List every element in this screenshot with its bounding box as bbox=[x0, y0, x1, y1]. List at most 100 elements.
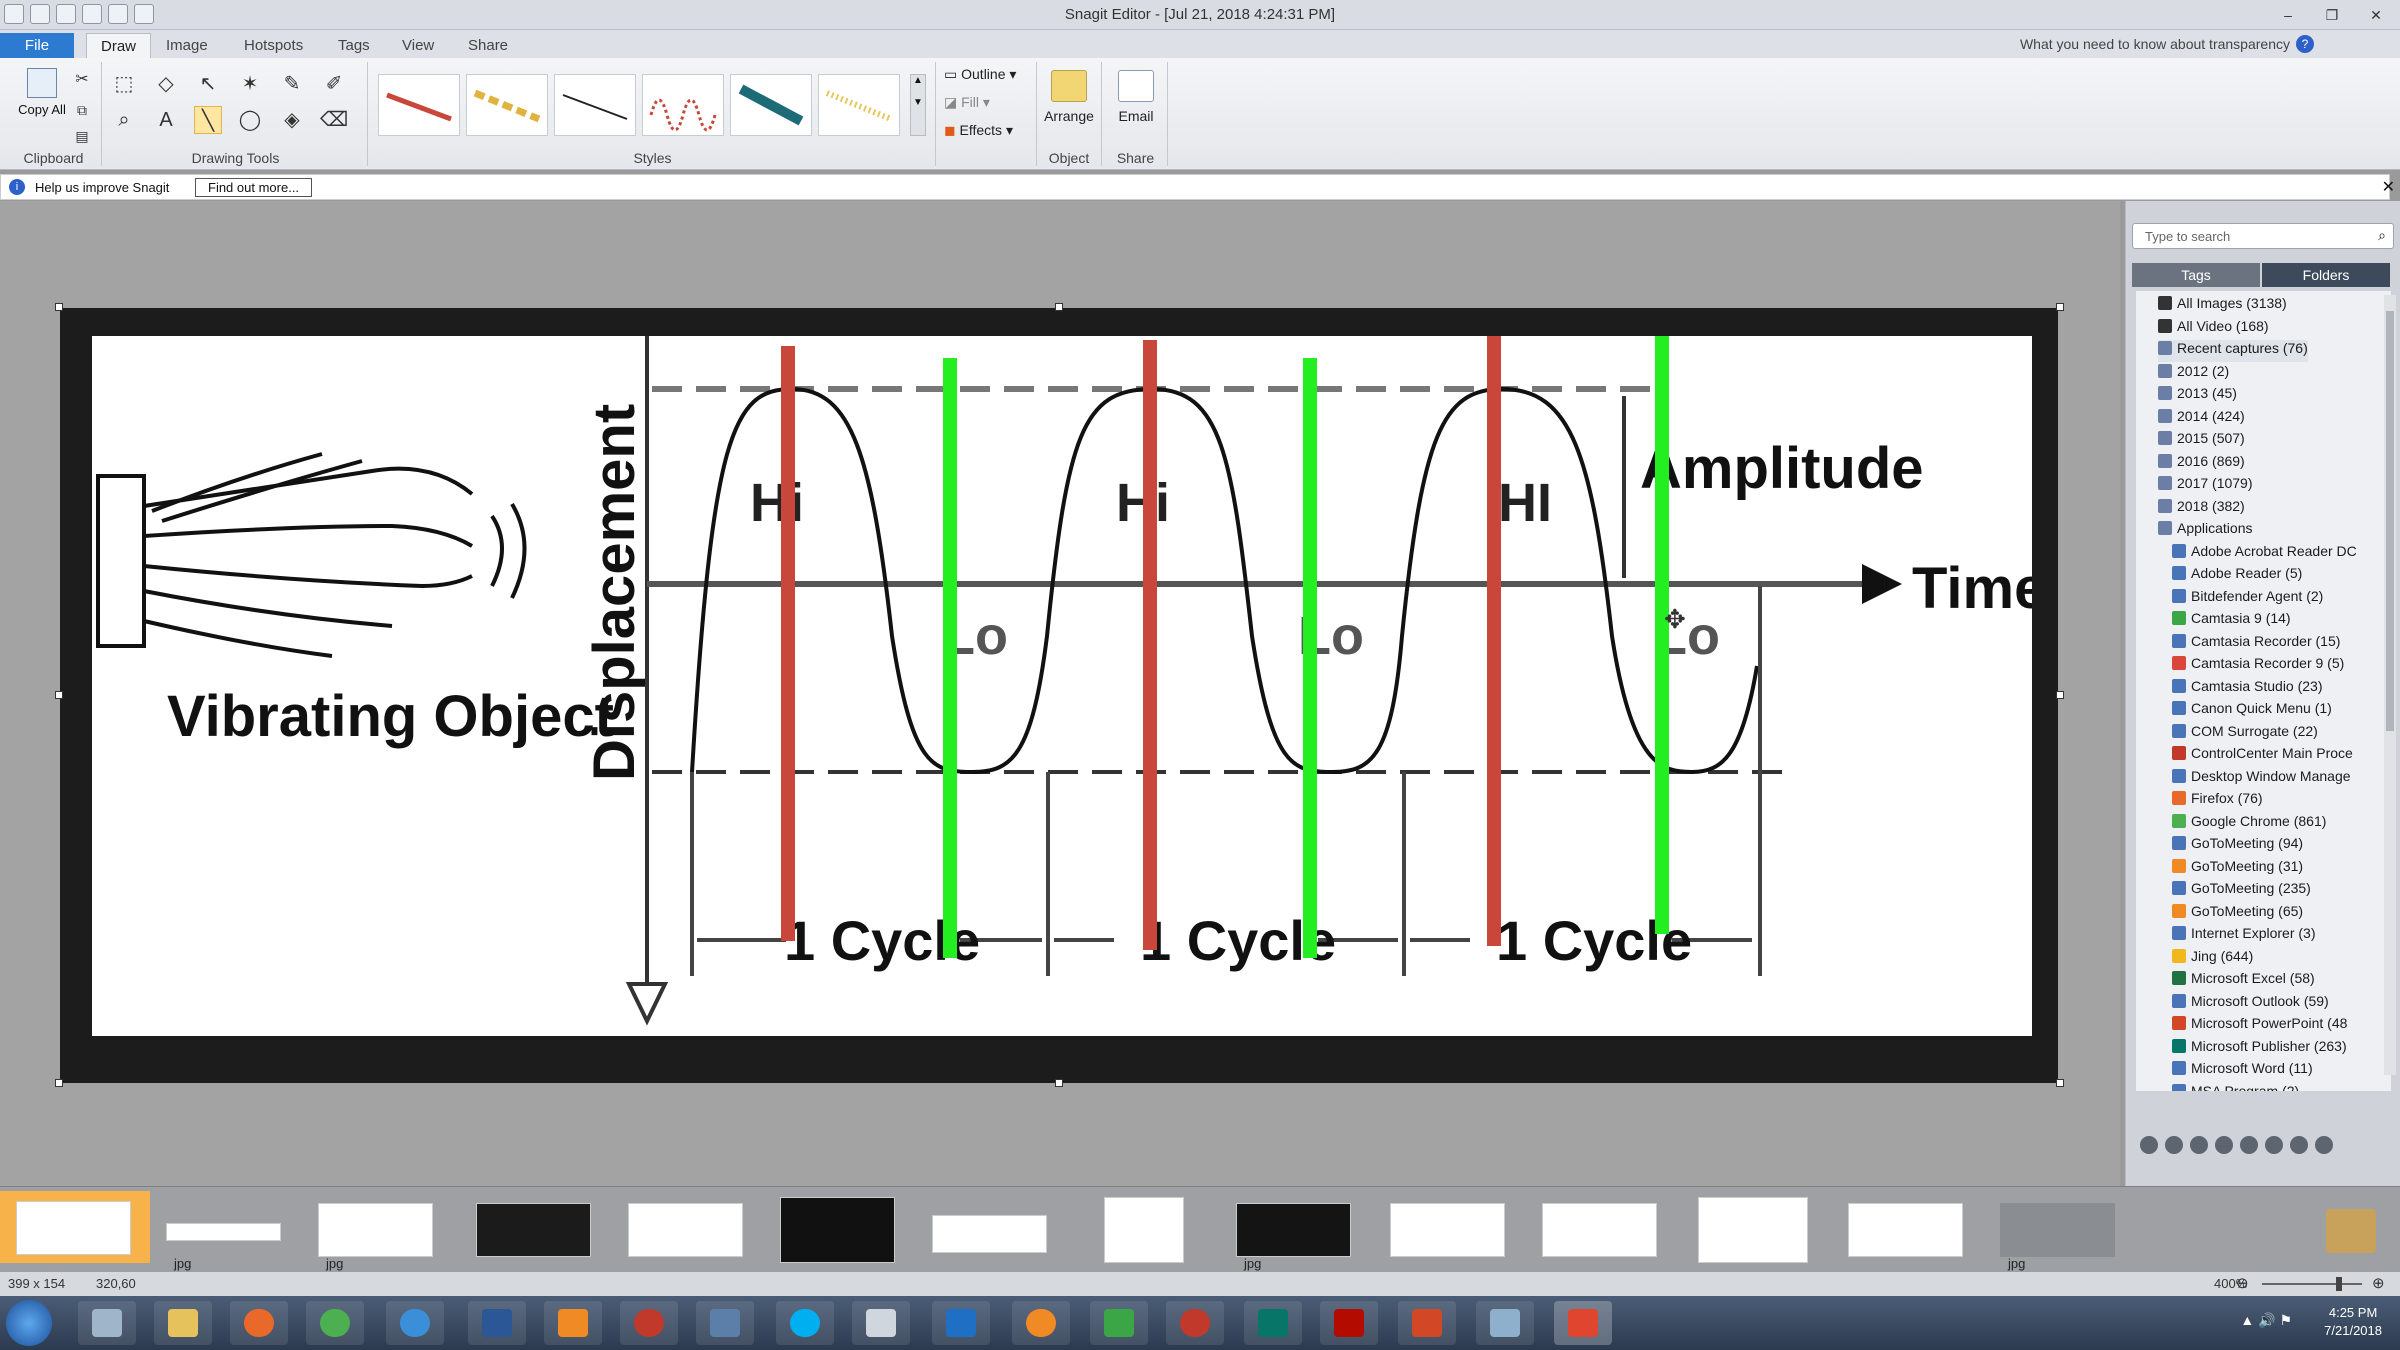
resize-handle-t[interactable] bbox=[1055, 303, 1063, 311]
library-item[interactable]: All Video (168) bbox=[2158, 318, 2269, 340]
library-item[interactable]: 2016 (869) bbox=[2158, 453, 2245, 475]
arrange-button[interactable]: Arrange bbox=[1039, 70, 1099, 124]
library-item[interactable]: 2018 (382) bbox=[2158, 498, 2245, 520]
taskbar-word-icon[interactable] bbox=[468, 1301, 526, 1345]
tab-image[interactable]: Image bbox=[152, 33, 222, 58]
tray-thumb-6[interactable] bbox=[780, 1197, 900, 1263]
library-action-icon-8[interactable] bbox=[2315, 1136, 2333, 1154]
taskbar-publisher-icon[interactable] bbox=[1244, 1301, 1302, 1345]
tab-tags-library[interactable]: Tags bbox=[2132, 263, 2260, 287]
library-scroll-thumb[interactable] bbox=[2386, 311, 2394, 731]
library-item[interactable]: Microsoft Outlook (59) bbox=[2172, 993, 2329, 1015]
taskbar-snipping-icon[interactable] bbox=[78, 1301, 136, 1345]
library-item[interactable]: COM Surrogate (22) bbox=[2172, 723, 2318, 745]
stamp-tool-icon[interactable]: ✶ bbox=[236, 70, 264, 98]
library-item[interactable]: Camtasia Recorder 9 (5) bbox=[2172, 655, 2344, 677]
library-item[interactable]: Desktop Window Manage bbox=[2172, 768, 2351, 790]
effects-button[interactable]: ◼ Effects ▾ bbox=[944, 122, 1013, 139]
copy-icon[interactable]: ⧉ bbox=[68, 96, 96, 124]
taskbar-vpn-icon[interactable] bbox=[696, 1301, 754, 1345]
open-library-folder-icon[interactable] bbox=[2326, 1209, 2376, 1253]
style-swatch-red-line[interactable] bbox=[378, 74, 460, 136]
taskbar-firefox-icon[interactable] bbox=[230, 1301, 288, 1345]
highlight-tool-icon[interactable]: ✐ bbox=[320, 70, 348, 98]
tray-thumb-2[interactable]: jpg bbox=[166, 1197, 286, 1271]
email-button[interactable]: Email bbox=[1106, 70, 1166, 124]
library-item[interactable]: Internet Explorer (3) bbox=[2172, 925, 2316, 947]
resize-handle-l[interactable] bbox=[55, 691, 63, 699]
taskbar-skype-icon[interactable] bbox=[776, 1301, 834, 1345]
close-icon[interactable]: ✕ bbox=[2364, 4, 2388, 26]
pen-tool-icon[interactable]: ✎ bbox=[278, 70, 306, 98]
search-icon[interactable]: ⌕ bbox=[2378, 227, 2386, 244]
system-tray-icons[interactable]: ▲ 🔊 ⚑ bbox=[2240, 1312, 2292, 1329]
library-item[interactable]: 2015 (507) bbox=[2158, 430, 2245, 452]
style-swatch-dashed-gold[interactable] bbox=[466, 74, 548, 136]
zoom-slider-thumb[interactable] bbox=[2336, 1277, 2342, 1291]
library-item[interactable]: Google Chrome (861) bbox=[2172, 813, 2326, 835]
taskbar-acrobat-icon[interactable] bbox=[1320, 1301, 1378, 1345]
shape-tool-icon[interactable]: ◯ bbox=[236, 106, 264, 134]
arrow-tool-icon[interactable]: ↖ bbox=[194, 70, 222, 98]
library-item[interactable]: Applications bbox=[2158, 520, 2253, 542]
taskbar-chrome-icon[interactable] bbox=[306, 1301, 364, 1345]
transparency-hint-link[interactable]: What you need to know about transparency bbox=[2020, 36, 2290, 52]
library-item[interactable]: 2013 (45) bbox=[2158, 385, 2237, 407]
library-item[interactable]: 2012 (2) bbox=[2158, 363, 2229, 385]
library-item[interactable]: GoToMeeting (31) bbox=[2172, 858, 2303, 880]
library-action-icon-3[interactable] bbox=[2190, 1136, 2208, 1154]
selection-tool-icon[interactable]: ⬚ bbox=[110, 70, 138, 98]
library-action-icon-6[interactable] bbox=[2265, 1136, 2283, 1154]
tray-thumb-10[interactable] bbox=[1390, 1197, 1510, 1261]
library-action-icon-1[interactable] bbox=[2140, 1136, 2158, 1154]
find-out-more-button[interactable]: Find out more... bbox=[195, 178, 313, 197]
resize-handle-tr[interactable] bbox=[2056, 303, 2064, 311]
style-swatch-black-line[interactable] bbox=[554, 74, 636, 136]
taskbar-explorer-icon[interactable] bbox=[154, 1301, 212, 1345]
resize-handle-br[interactable] bbox=[2056, 1079, 2064, 1087]
library-action-icon-4[interactable] bbox=[2215, 1136, 2233, 1154]
library-item[interactable]: Microsoft PowerPoint (48 bbox=[2172, 1015, 2347, 1037]
zoom-slider[interactable] bbox=[2262, 1283, 2362, 1285]
line-tool-icon[interactable]: ╲ bbox=[194, 106, 222, 134]
text-tool-icon[interactable]: A bbox=[152, 106, 180, 134]
start-button-icon[interactable] bbox=[6, 1300, 52, 1346]
library-item[interactable]: GoToMeeting (235) bbox=[2172, 880, 2311, 902]
tray-thumb-13[interactable] bbox=[1848, 1197, 1968, 1261]
magnify-tool-icon[interactable]: ⌕ bbox=[110, 106, 138, 134]
tab-share[interactable]: Share bbox=[454, 33, 522, 58]
minimize-icon[interactable]: – bbox=[2276, 4, 2300, 26]
library-tree[interactable]: All Images (3138) All Video (168) Recent c… bbox=[2136, 291, 2391, 1091]
tab-hotspots[interactable]: Hotspots bbox=[230, 33, 317, 58]
library-item[interactable]: Jing (644) bbox=[2172, 948, 2253, 970]
tab-tags[interactable]: Tags bbox=[324, 33, 384, 58]
erase-tool-icon[interactable]: ⌫ bbox=[320, 106, 348, 134]
library-item[interactable]: Microsoft Publisher (263) bbox=[2172, 1038, 2347, 1060]
callout-tool-icon[interactable]: ◇ bbox=[152, 70, 180, 98]
resize-handle-tl[interactable] bbox=[55, 303, 63, 311]
library-item[interactable]: GoToMeeting (94) bbox=[2172, 835, 2303, 857]
library-item[interactable]: Adobe Reader (5) bbox=[2172, 565, 2302, 587]
library-action-icon-7[interactable] bbox=[2290, 1136, 2308, 1154]
style-swatch-dotted-gold[interactable] bbox=[818, 74, 900, 136]
restore-icon[interactable]: ❐ bbox=[2320, 4, 2344, 26]
library-item[interactable]: Bitdefender Agent (2) bbox=[2172, 588, 2323, 610]
zoom-in-icon[interactable]: ⊕ bbox=[2372, 1274, 2385, 1292]
library-scrollbar[interactable] bbox=[2384, 295, 2396, 1075]
tab-folders-library[interactable]: Folders bbox=[2262, 263, 2390, 287]
taskbar-camtasia-icon[interactable] bbox=[1090, 1301, 1148, 1345]
taskbar-outlook-icon[interactable] bbox=[932, 1301, 990, 1345]
paste-icon[interactable]: ▤ bbox=[68, 122, 96, 150]
taskbar-media-icon[interactable] bbox=[544, 1301, 602, 1345]
tray-thumb-12[interactable] bbox=[1698, 1197, 1808, 1263]
library-action-icon-5[interactable] bbox=[2240, 1136, 2258, 1154]
library-item[interactable]: Microsoft Excel (58) bbox=[2172, 970, 2315, 992]
styles-scroll[interactable]: ▲ ▼ bbox=[910, 74, 926, 136]
library-item[interactable]: All Images (3138) bbox=[2158, 295, 2287, 317]
style-swatch-red-wave[interactable] bbox=[642, 74, 724, 136]
tray-thumb-14[interactable]: jpg bbox=[2000, 1197, 2120, 1271]
tray-thumb-5[interactable] bbox=[628, 1197, 748, 1261]
library-item[interactable]: Firefox (76) bbox=[2172, 790, 2263, 812]
library-item[interactable]: Canon Quick Menu (1) bbox=[2172, 700, 2332, 722]
help-icon[interactable]: ? bbox=[2296, 35, 2314, 53]
